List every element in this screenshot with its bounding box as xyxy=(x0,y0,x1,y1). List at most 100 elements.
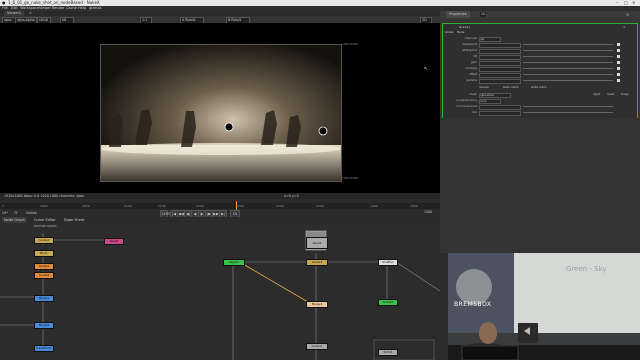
node-transform[interactable]: Transform1 xyxy=(34,345,54,352)
sun-disc-right xyxy=(318,126,328,136)
current-frame-value: 1193 xyxy=(161,212,170,216)
channels-row: channels rgb xyxy=(443,36,637,43)
value-slider[interactable] xyxy=(523,44,613,45)
ruler-tick: 1450 xyxy=(410,204,418,208)
range-dropdown[interactable]: Global xyxy=(26,210,37,216)
whiteboard-text: Green - Sky xyxy=(566,265,607,273)
ruler-tick: 1150 xyxy=(158,204,166,208)
node-grade[interactable]: Grade4 xyxy=(34,237,54,244)
smoke-scene-image xyxy=(101,45,341,181)
value-slider[interactable] xyxy=(523,80,613,81)
transport-controls: 1193 |◀ ◀◀ ◀| ◀ ▶ |▶ ▶▶ ▶| 10 xyxy=(160,210,300,218)
node-grade[interactable]: Grade3 xyxy=(306,259,328,266)
ruler-tick: 1000 xyxy=(40,204,48,208)
ruler-tick: 1350 xyxy=(316,204,324,208)
mix-label: mix xyxy=(471,110,477,114)
node-keyer[interactable]: Keyer1 xyxy=(223,259,245,266)
properties-empty-area xyxy=(440,118,640,253)
unpremult-row: (un)premult by none xyxy=(443,98,637,105)
inject-checkbox[interactable]: inject xyxy=(593,92,600,97)
mask-label: mask xyxy=(469,92,477,96)
node-merge[interactable]: Merge2 xyxy=(34,322,54,329)
ruler-tick: 1400 xyxy=(370,204,378,208)
property-row: gain xyxy=(443,60,637,67)
property-label: multiply xyxy=(465,66,477,70)
color-swatch[interactable] xyxy=(617,79,620,82)
tab-properties[interactable]: Properties xyxy=(446,11,470,18)
unpremult-label: (un)premult by xyxy=(455,98,477,102)
fringe-checkbox[interactable]: fringe xyxy=(621,92,629,97)
value-slider[interactable] xyxy=(523,56,613,57)
bremsbox-logo: BREMSBOX xyxy=(454,301,492,308)
ruler-tick: 1300 xyxy=(276,204,284,208)
node-read[interactable]: Read3 xyxy=(104,238,124,245)
mix-luminance-label: mix luminance xyxy=(456,104,477,108)
mix-luminance-row: mix luminance xyxy=(443,104,637,111)
max-panels-field[interactable]: 10 xyxy=(480,12,487,17)
ruler-tick: 1100 xyxy=(124,204,132,208)
time-format-field[interactable]: TF xyxy=(14,210,18,216)
property-row: offset xyxy=(443,72,637,79)
property-label: offset xyxy=(469,72,477,76)
property-row: lift xyxy=(443,54,637,61)
value-slider[interactable] xyxy=(523,62,613,63)
close-panel-icon[interactable]: × xyxy=(626,11,629,18)
mix-slider[interactable] xyxy=(523,112,613,113)
ruler-tick: 1200 xyxy=(196,204,204,208)
color-swatch[interactable] xyxy=(617,61,620,64)
node-viewer[interactable]: Viewer1 xyxy=(306,343,328,350)
reverse-checkbox[interactable]: reverse xyxy=(479,85,489,90)
color-swatch[interactable] xyxy=(617,43,620,46)
color-swatch[interactable] xyxy=(617,55,620,58)
ruler-tick: 1050 xyxy=(82,204,90,208)
tab-node[interactable]: Node xyxy=(457,30,464,35)
grade-properties-panel: Grade1 × Grade Node channels rgb blackpo… xyxy=(442,23,638,119)
ruler-tick: 1 xyxy=(2,204,4,208)
viewer-frame-image xyxy=(100,44,342,182)
node-grade[interactable]: Grade1 xyxy=(34,263,54,270)
mix-row: mix xyxy=(443,110,637,117)
timeline-ruler[interactable]: 1 1000 1050 1100 1150 1200 1250 1300 135… xyxy=(0,203,440,209)
node-graph-canvas[interactable]: DAYFIRE NODES Grade4 Read3 Blur1 Grade1 … xyxy=(0,223,448,360)
fps-field[interactable]: 24* xyxy=(2,210,8,216)
tab-grade[interactable]: Grade xyxy=(445,30,454,35)
property-label: blackpoint xyxy=(462,42,477,46)
viewer-toolbar: rgba rgba.alpha sRGB f/8 1:1 A Read1 B R… xyxy=(0,16,440,24)
node-merge[interactable]: Merge3 xyxy=(306,301,328,308)
property-row: blackpoint xyxy=(443,42,637,49)
node-write[interactable]: Write1 xyxy=(378,349,398,356)
property-row: whitepoint xyxy=(443,48,637,55)
value-field[interactable] xyxy=(479,78,521,85)
property-label: lift xyxy=(473,54,477,58)
color-swatch[interactable] xyxy=(617,67,620,70)
color-swatch[interactable] xyxy=(617,49,620,52)
node-connections xyxy=(0,230,441,360)
node-grade[interactable]: Grade2 xyxy=(34,272,54,279)
node-shuffle[interactable]: Shuffle1 xyxy=(378,259,398,266)
node-merge[interactable]: Merge1 xyxy=(34,295,54,302)
value-slider[interactable] xyxy=(523,50,613,51)
white-clamp-checkbox[interactable]: white clamp xyxy=(531,85,547,90)
webcam-overlay: BREMSBOX Green - Sky xyxy=(448,253,640,360)
node-grade[interactable]: Grade5 xyxy=(378,299,398,306)
mix-luminance-slider[interactable] xyxy=(523,106,613,107)
value-slider[interactable] xyxy=(523,74,613,75)
ruler-tick: 1250 xyxy=(236,204,244,208)
panel-tabs: Grade Node xyxy=(443,30,637,35)
sun-disc-left xyxy=(224,122,234,132)
property-label: gamma xyxy=(466,78,477,82)
clamp-row: reverse black clamp white clamp xyxy=(443,85,637,90)
frame-format-label: 1920x1080 xyxy=(342,176,358,180)
property-label: gain xyxy=(470,60,477,64)
node-blur[interactable]: Blur1 xyxy=(34,250,54,257)
invert-checkbox[interactable]: invert xyxy=(607,92,615,97)
property-row: gamma xyxy=(443,78,637,85)
properties-header: Properties 10 × xyxy=(440,11,640,18)
node-read-thumbnail[interactable]: Read1 xyxy=(306,237,328,249)
black-clamp-checkbox[interactable]: black clamp xyxy=(503,85,519,90)
end-frame-field[interactable]: 1500 xyxy=(424,210,432,214)
mix-field[interactable] xyxy=(479,110,521,117)
mask-row: mask rgba.alpha inject invert fringe xyxy=(443,92,637,99)
color-swatch[interactable] xyxy=(617,73,620,76)
value-slider[interactable] xyxy=(523,68,613,69)
